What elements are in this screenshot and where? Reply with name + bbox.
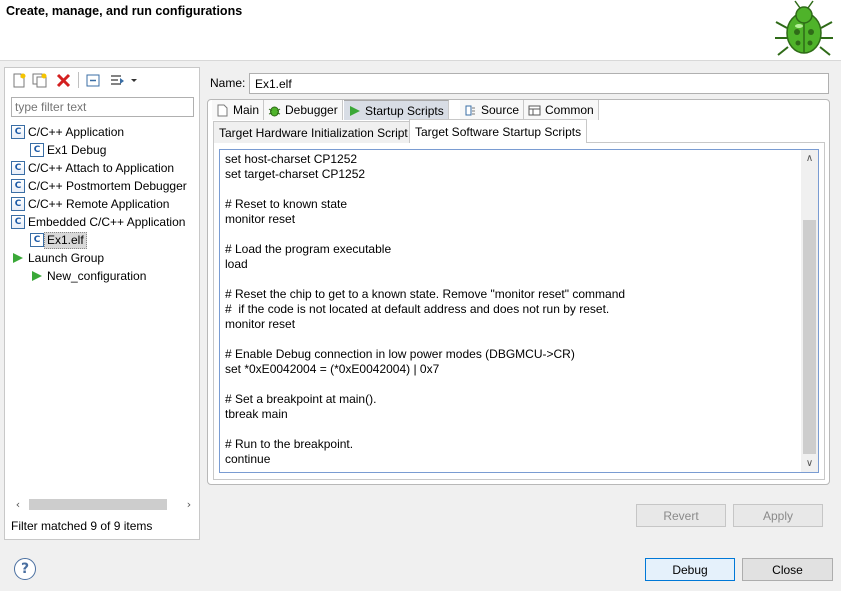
- bug-icon: [268, 104, 281, 117]
- scroll-right-icon[interactable]: ›: [182, 496, 196, 513]
- tree-item-cpp-remote[interactable]: C C/C++ Remote Application: [11, 195, 172, 213]
- c-config-icon: C: [30, 233, 44, 247]
- tab-debugger[interactable]: Debugger: [264, 100, 343, 120]
- tree-item-ex1-debug[interactable]: C Ex1 Debug: [30, 141, 109, 159]
- tree-item-label: Embedded C/C++ Application: [28, 214, 186, 229]
- play-icon: [348, 104, 361, 117]
- tab-startup-scripts[interactable]: Startup Scripts: [344, 100, 449, 120]
- apply-button[interactable]: Apply: [733, 504, 823, 527]
- tree-item-launch-group[interactable]: Launch Group: [11, 249, 107, 267]
- config-toolbar: [5, 68, 199, 93]
- tree-item-label: C/C++ Application: [28, 124, 125, 139]
- tab-source[interactable]: Source: [460, 100, 525, 120]
- collapse-all-icon[interactable]: [85, 72, 102, 89]
- tab-main[interactable]: Main: [212, 100, 265, 120]
- launch-group-icon: [11, 251, 25, 265]
- launch-config-icon: [30, 269, 44, 283]
- tab-label: Debugger: [285, 103, 338, 117]
- tab-label: Common: [545, 103, 594, 117]
- tab-label: Main: [233, 103, 260, 117]
- dialog-header: Create, manage, and run configurations: [0, 0, 841, 61]
- name-field[interactable]: [249, 73, 829, 94]
- tree-item-label: C/C++ Remote Application: [28, 196, 170, 211]
- c-config-icon: C: [30, 143, 44, 157]
- startup-script-editor[interactable]: set host-charset CP1252 set target-chars…: [219, 149, 819, 473]
- dialog-title: Create, manage, and run configurations: [6, 4, 243, 18]
- tab-label: Source: [481, 103, 520, 117]
- scrollbar-thumb[interactable]: [29, 499, 167, 510]
- subtab-label: Target Software Startup Scripts: [415, 124, 582, 139]
- common-icon: [528, 104, 541, 117]
- subtab-label: Target Hardware Initialization Script: [219, 125, 408, 140]
- name-label: Name:: [210, 76, 246, 90]
- tree-item-label: Ex1 Debug: [47, 142, 107, 157]
- filter-input[interactable]: [11, 97, 194, 117]
- c-config-type-icon: C: [11, 125, 25, 139]
- tree-item-embedded-cpp[interactable]: C Embedded C/C++ Application: [11, 213, 188, 231]
- tree-item-new-configuration[interactable]: New_configuration: [30, 267, 149, 285]
- config-list-panel: C C/C++ Application C Ex1 Debug C C/C++ …: [4, 67, 200, 540]
- c-config-type-icon: C: [11, 197, 25, 211]
- scroll-up-icon[interactable]: ∧: [801, 150, 818, 167]
- scrollbar-thumb[interactable]: [803, 220, 816, 454]
- view-menu-chevron-down-icon[interactable]: [129, 72, 139, 89]
- tree-item-label: Launch Group: [28, 250, 105, 265]
- c-config-type-icon: C: [11, 161, 25, 175]
- scroll-down-icon[interactable]: ∨: [801, 455, 818, 472]
- duplicate-config-icon[interactable]: [31, 72, 48, 89]
- new-config-icon[interactable]: [11, 72, 28, 89]
- help-icon[interactable]: ?: [14, 558, 36, 580]
- tree-horizontal-scrollbar[interactable]: ‹ ›: [11, 496, 196, 513]
- bug-logo-icon: [775, 0, 833, 56]
- main-tab-icon: [216, 104, 229, 117]
- tree-item-label: C/C++ Attach to Application: [28, 160, 175, 175]
- tree-item-cpp-attach[interactable]: C C/C++ Attach to Application: [11, 159, 177, 177]
- close-button[interactable]: Close: [742, 558, 833, 581]
- tree-item-label: Ex1.elf: [44, 231, 87, 249]
- filter-status: Filter matched 9 of 9 items: [11, 519, 153, 533]
- script-text[interactable]: set host-charset CP1252 set target-chars…: [225, 152, 800, 467]
- debug-button[interactable]: Debug: [645, 558, 735, 581]
- toolbar-separator: [78, 72, 79, 88]
- tree-item-ex1-elf[interactable]: C Ex1.elf: [30, 231, 87, 249]
- tab-label: Startup Scripts: [365, 103, 444, 118]
- tree-item-cpp-postmortem[interactable]: C C/C++ Postmortem Debugger: [11, 177, 190, 195]
- revert-button[interactable]: Revert: [636, 504, 726, 527]
- tab-common[interactable]: Common: [524, 100, 599, 120]
- subtab-hardware-init[interactable]: Target Hardware Initialization Script: [213, 121, 414, 143]
- subtab-software-startup[interactable]: Target Software Startup Scripts: [409, 119, 588, 143]
- source-icon: [464, 104, 477, 117]
- tree-item-cpp-application[interactable]: C C/C++ Application: [11, 123, 127, 141]
- c-config-type-icon: C: [11, 215, 25, 229]
- script-vertical-scrollbar[interactable]: ∧ ∨: [801, 150, 818, 472]
- delete-config-icon[interactable]: [55, 72, 72, 89]
- filter-config-icon[interactable]: [109, 72, 126, 89]
- scroll-left-icon[interactable]: ‹: [11, 496, 25, 513]
- c-config-type-icon: C: [11, 179, 25, 193]
- tree-item-label: C/C++ Postmortem Debugger: [28, 178, 187, 193]
- tree-item-label: New_configuration: [47, 268, 147, 283]
